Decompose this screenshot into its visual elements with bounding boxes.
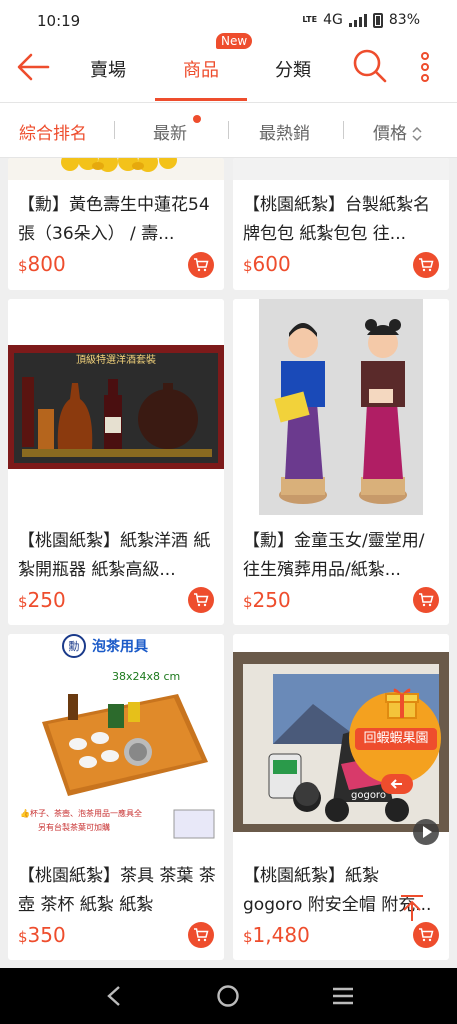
price-currency: $: [18, 928, 28, 946]
top-nav: 賣場 商品 New 分類: [0, 33, 457, 102]
product-price: $600: [243, 252, 291, 276]
cart-icon: [419, 593, 434, 607]
product-image: 勳 泡茶用具 38x24x8 cm 👍杯子、茶壺、泡茶用品一應具全 另有台製茶葉…: [8, 634, 224, 850]
left-arrow-icon: [390, 779, 402, 789]
product-image: [8, 158, 224, 180]
add-to-cart-button[interactable]: [413, 922, 439, 948]
play-icon: [423, 826, 432, 838]
more-options-icon[interactable]: [414, 50, 436, 84]
image-note: 👍杯子、茶壺、泡茶用品一應具全: [20, 808, 142, 818]
product-price: $250: [18, 588, 66, 612]
product-title: 【桃園紙紮】茶具 茶葉 茶壺 茶杯 紙紮 紙紮: [18, 866, 216, 915]
sort-relevance[interactable]: 綜合排名: [19, 119, 87, 144]
cart-icon: [419, 928, 434, 942]
product-card[interactable]: 【勳】黃色壽生中蓮花54張（36朵入） / 壽... $800: [8, 158, 224, 290]
price-value: 250: [27, 588, 66, 612]
sort-divider: [343, 121, 344, 139]
sort-price-label: 價格: [373, 124, 407, 144]
price-currency: $: [18, 257, 28, 275]
product-card[interactable]: 頂級特選洋酒套裝 【桃園紙紮】紙紮洋酒 紙紮開瓶器 紙紮高級... $250: [8, 299, 224, 625]
system-nav-bar: [0, 968, 457, 1024]
add-to-cart-button[interactable]: [188, 252, 214, 278]
battery-level: 83%: [388, 12, 420, 28]
product-title: 【桃園紙紮】台製紙紮名牌包包 紙紮包包 往...: [243, 195, 430, 244]
system-back-icon[interactable]: [104, 984, 124, 1008]
price-value: 1,480: [252, 923, 310, 947]
product-image: [233, 299, 449, 515]
new-dot-indicator: [193, 115, 201, 123]
sort-bestselling[interactable]: 最熱銷: [259, 119, 310, 144]
signal-icon: [348, 13, 367, 27]
price-currency: $: [243, 257, 253, 275]
image-heading: 泡茶用具: [92, 638, 148, 655]
price-currency: $: [243, 593, 253, 611]
status-time: 10:19: [37, 12, 81, 30]
battery-icon: [372, 12, 383, 28]
active-tab-indicator: [155, 98, 247, 101]
product-price: $250: [243, 588, 291, 612]
network-type: 4G: [323, 12, 343, 28]
product-title: 【勳】黃色壽生中蓮花54張（36朵入） / 壽...: [18, 195, 210, 244]
price-value: 350: [27, 923, 66, 947]
gift-box-icon: [385, 688, 419, 719]
sort-divider: [228, 121, 229, 139]
product-title: 【勳】金童玉女/靈堂用/往生殯葬用品/紙紮...: [243, 531, 425, 580]
add-to-cart-button[interactable]: [188, 587, 214, 613]
price-value: 800: [27, 252, 66, 276]
cart-icon: [194, 593, 209, 607]
sort-price[interactable]: 價格: [373, 119, 423, 144]
product-image: [233, 158, 449, 180]
back-arrow-icon[interactable]: [16, 52, 50, 82]
status-icons: LTE 4G 83%: [302, 12, 420, 28]
shop-logo: 勳: [69, 639, 80, 653]
product-card[interactable]: 【桃園紙紮】台製紙紮名牌包包 紙紮包包 往... $600: [233, 158, 449, 290]
fab-collapse-button[interactable]: [381, 774, 413, 794]
system-recents-icon[interactable]: [331, 986, 355, 1006]
price-currency: $: [18, 593, 28, 611]
cart-icon: [419, 258, 434, 272]
system-home-icon[interactable]: [216, 984, 240, 1008]
box-label: 頂級特選洋酒套裝: [76, 353, 156, 366]
add-to-cart-button[interactable]: [413, 587, 439, 613]
video-play-button[interactable]: [413, 819, 439, 845]
sort-arrows-icon: [412, 126, 422, 142]
sort-bar: 綜合排名 最新 最熱銷 價格: [0, 102, 457, 158]
product-title: 【桃園紙紮】紙紮洋酒 紙紮開瓶器 紙紮高級...: [18, 531, 211, 580]
product-price: $800: [18, 252, 66, 276]
scroll-to-top-icon[interactable]: [397, 893, 427, 923]
add-to-cart-button[interactable]: [188, 922, 214, 948]
search-icon[interactable]: [352, 48, 388, 84]
new-badge: New: [216, 33, 253, 49]
image-note: 另有台製茶葉可加購: [38, 822, 110, 832]
product-image: 頂級特選洋酒套裝: [8, 299, 224, 515]
add-to-cart-button[interactable]: [413, 252, 439, 278]
fab-label: 回蝦蝦果園: [355, 728, 437, 750]
product-card[interactable]: 勳 泡茶用具 38x24x8 cm 👍杯子、茶壺、泡茶用品一應具全 另有台製茶葉…: [8, 634, 224, 960]
price-value: 600: [252, 252, 291, 276]
tab-categories[interactable]: 分類: [275, 56, 311, 82]
image-size-label: 38x24x8 cm: [112, 670, 180, 683]
product-price: $1,480: [243, 923, 310, 947]
tab-store[interactable]: 賣場: [90, 56, 126, 82]
sort-latest[interactable]: 最新: [153, 119, 187, 144]
product-price: $350: [18, 923, 66, 947]
volte-icon: LTE: [302, 15, 318, 24]
price-currency: $: [243, 928, 253, 946]
product-card[interactable]: 【勳】金童玉女/靈堂用/往生殯葬用品/紙紮... $250: [233, 299, 449, 625]
price-value: 250: [252, 588, 291, 612]
cart-icon: [194, 928, 209, 942]
cart-icon: [194, 258, 209, 272]
tab-products[interactable]: 商品: [183, 56, 219, 82]
sort-divider: [114, 121, 115, 139]
